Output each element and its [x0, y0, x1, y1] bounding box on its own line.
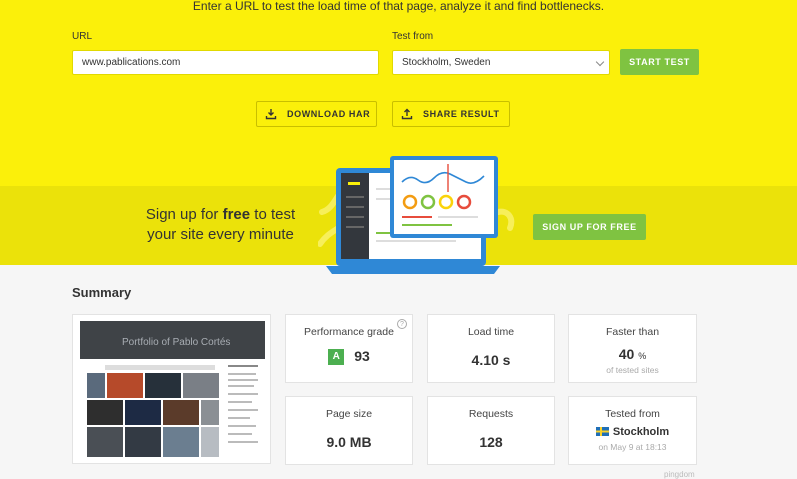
load-time-value: 4.10 s [471, 352, 511, 368]
info-icon[interactable]: ? [397, 319, 407, 329]
load-time-card: Load time 4.10 s [427, 314, 555, 383]
pingdom-logo: pingdom [664, 470, 695, 479]
load-time-title: Load time [467, 326, 515, 338]
faster-than-unit: % [638, 351, 647, 361]
laptop-dashboard-illustration [318, 156, 515, 274]
page-size-title: Page size [325, 408, 373, 420]
screenshot-image: Portfolio of Pablo Cortés [80, 321, 265, 457]
page-screenshot-thumbnail[interactable]: Portfolio of Pablo Cortés [72, 314, 271, 464]
sign-up-button[interactable]: SIGN UP FOR FREE [533, 214, 646, 240]
share-result-button[interactable]: SHARE RESULT [392, 101, 510, 127]
location-select-value: Stockholm, Sweden [402, 57, 491, 68]
sweden-flag-icon [595, 427, 609, 436]
download-har-label: DOWNLOAD HAR [287, 109, 371, 119]
chevron-down-icon [595, 57, 605, 67]
promo-text: Sign up for free to test your site every… [128, 205, 313, 245]
promo-text-line2: your site every minute [147, 226, 294, 243]
promo-text-pre: Sign up for [145, 206, 223, 223]
location-label: Test from [392, 31, 434, 42]
page-size-value: 9.0 MB [326, 434, 372, 450]
performance-grade-title: Performance grade [304, 326, 394, 338]
faster-than-value-row: 40 % [569, 346, 696, 362]
url-input-value: www.pablications.com [82, 57, 181, 68]
screenshot-title: Portfolio of Pablo Cortés [122, 337, 230, 348]
tested-from-city: Stockholm [612, 426, 670, 438]
url-input[interactable]: www.pablications.com [72, 50, 379, 75]
grade-badge: A [328, 349, 345, 366]
share-result-label: SHARE RESULT [423, 109, 500, 119]
tested-from-location: Stockholm [569, 426, 696, 438]
location-select[interactable]: Stockholm, Sweden [392, 50, 610, 75]
url-label: URL [72, 31, 93, 42]
performance-grade-card: ? Performance grade A 93 [285, 314, 413, 383]
faster-than-value: 40 [618, 346, 635, 362]
performance-grade-value: A 93 [286, 348, 412, 366]
share-icon [401, 108, 413, 120]
download-har-button[interactable]: DOWNLOAD HAR [256, 101, 377, 127]
download-icon [265, 109, 277, 120]
requests-value: 128 [479, 434, 503, 450]
tested-from-title: Tested from [605, 408, 660, 420]
tested-from-date: on May 9 at 18:13 [598, 442, 667, 452]
performance-score: 93 [354, 348, 370, 364]
requests-card: Requests 128 [427, 396, 555, 465]
faster-than-card: Faster than 40 % of tested sites [568, 314, 697, 383]
promo-text-bold: free [222, 206, 251, 223]
summary-title: Summary [72, 285, 132, 300]
page-size-card: Page size 9.0 MB [285, 396, 413, 465]
start-test-button[interactable]: START TEST [620, 49, 699, 75]
faster-than-title: Faster than [605, 326, 660, 338]
faster-than-sub: of tested sites [606, 365, 659, 375]
tagline: Enter a URL to test the load time of tha… [192, 0, 605, 13]
requests-title: Requests [468, 408, 514, 420]
tested-from-card: Tested from Stockholm on May 9 at 18:13 [568, 396, 697, 465]
promo-text-post: to test [250, 206, 296, 223]
